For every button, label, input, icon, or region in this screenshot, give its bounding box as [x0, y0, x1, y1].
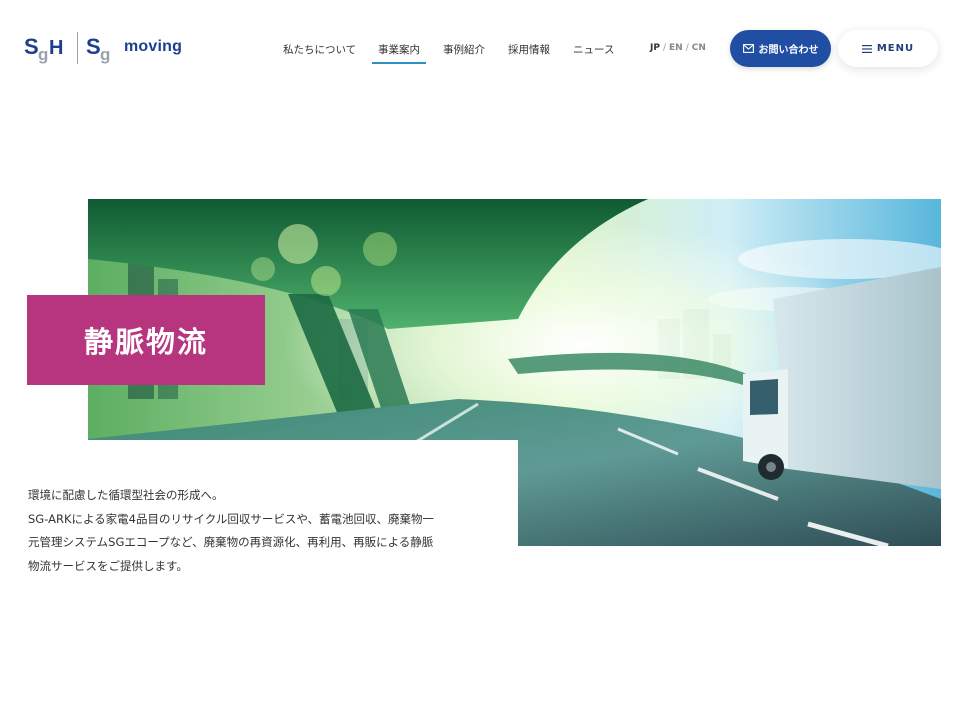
hamburger-icon	[861, 44, 872, 53]
lang-en[interactable]: EN	[669, 43, 683, 53]
description-line: 環境に配慮した循環型社会の形成へ。	[28, 488, 224, 502]
page-title: 静脈物流	[83, 325, 208, 359]
svg-text:g: g	[38, 45, 48, 64]
contact-button[interactable]: お問い合わせ	[730, 30, 831, 67]
svg-text:H: H	[49, 37, 63, 59]
nav-about[interactable]: 私たちについて	[283, 42, 356, 57]
lang-cn[interactable]: CN	[692, 43, 706, 53]
hero-description: 環境に配慮した循環型社会の形成へ。 SG-ARKによる家電4品目のリサイクル回収…	[28, 484, 498, 578]
description-line: 物流サービスをご提供します。	[28, 558, 188, 573]
svg-text:S: S	[24, 34, 39, 59]
site-header: S g H S g moving 私たちについて 事業案内 事例紹介 採用情報 …	[0, 0, 960, 96]
lang-separator: /	[685, 43, 689, 53]
sg-moving-logo-mark[interactable]: S g	[86, 30, 122, 66]
svg-text:g: g	[100, 45, 110, 64]
hero-title-box: 静脈物流	[27, 295, 265, 385]
moving-logo-text[interactable]: moving	[124, 38, 182, 56]
nav-recruit[interactable]: 採用情報	[508, 42, 550, 57]
language-switcher: JP / EN / CN	[650, 43, 706, 53]
lang-jp[interactable]: JP	[650, 43, 660, 53]
lang-separator: /	[662, 43, 666, 53]
mail-icon	[742, 44, 754, 53]
sgh-logo[interactable]: S g H	[24, 30, 72, 66]
nav-cases[interactable]: 事例紹介	[443, 42, 485, 57]
menu-label: MENU	[876, 43, 915, 54]
description-line: 元管理システムSGエコープなど、廃棄物の再資源化、再利用、再販による静脈	[28, 535, 434, 549]
nav-business[interactable]: 事業案内	[372, 42, 426, 64]
svg-text:S: S	[86, 34, 101, 59]
nav-news[interactable]: ニュース	[573, 42, 614, 57]
contact-label: お問い合わせ	[758, 45, 819, 56]
logo-divider	[77, 32, 78, 64]
description-line: SG-ARKによる家電4品目のリサイクル回収サービスや、蓄電池回収、廃棄物一	[28, 511, 435, 526]
menu-button[interactable]: MENU	[838, 30, 938, 67]
